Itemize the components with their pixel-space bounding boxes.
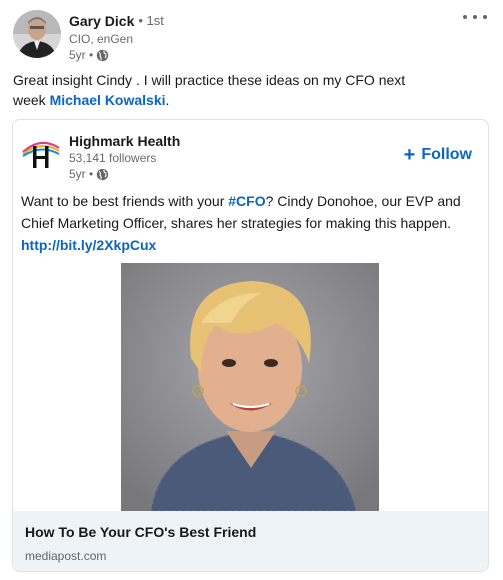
org-logo[interactable] xyxy=(21,132,61,172)
article-domain: mediapost.com xyxy=(25,549,107,563)
author-headline: CIO, enGen xyxy=(69,32,134,46)
post-author[interactable]: Gary Dick • 1st CIO, enGen 5yr • xyxy=(13,10,164,63)
post-body: Great insight Cindy . I will practice th… xyxy=(13,70,413,110)
shared-post[interactable]: Highmark Health 53,141 followers 5yr • +… xyxy=(12,119,489,572)
shared-text-part: Want to be best friends with your xyxy=(21,193,229,209)
article-image[interactable] xyxy=(121,263,379,511)
org-followers: 53,141 followers xyxy=(69,151,157,165)
feed-post: Gary Dick • 1st CIO, enGen 5yr • Great i… xyxy=(0,0,503,580)
plus-icon: + xyxy=(403,144,416,166)
mention-link[interactable]: Michael Kowalski xyxy=(50,92,166,108)
hashtag-link[interactable]: #CFO xyxy=(228,193,265,209)
globe-icon xyxy=(96,168,109,181)
author-avatar[interactable] xyxy=(13,10,61,58)
connection-degree: • 1st xyxy=(138,13,164,28)
post-text-end: . xyxy=(165,92,170,108)
shared-post-body: Want to be best friends with your #CFO? … xyxy=(21,190,476,256)
author-name[interactable]: Gary Dick xyxy=(69,12,134,30)
ellipsis-icon[interactable] xyxy=(463,8,487,26)
article-title[interactable]: How To Be Your CFO's Best Friend xyxy=(25,523,256,541)
globe-icon xyxy=(96,49,109,62)
article-url-link[interactable]: http://bit.ly/2XkpCux xyxy=(21,237,156,253)
post-time: 5yr • xyxy=(69,48,94,62)
shared-post-time: 5yr • xyxy=(69,167,94,181)
org-name[interactable]: Highmark Health xyxy=(69,132,180,150)
follow-label: Follow xyxy=(421,146,472,163)
article-footer[interactable]: How To Be Your CFO's Best Friend mediapo… xyxy=(13,511,488,571)
follow-button[interactable]: + Follow xyxy=(403,144,472,166)
